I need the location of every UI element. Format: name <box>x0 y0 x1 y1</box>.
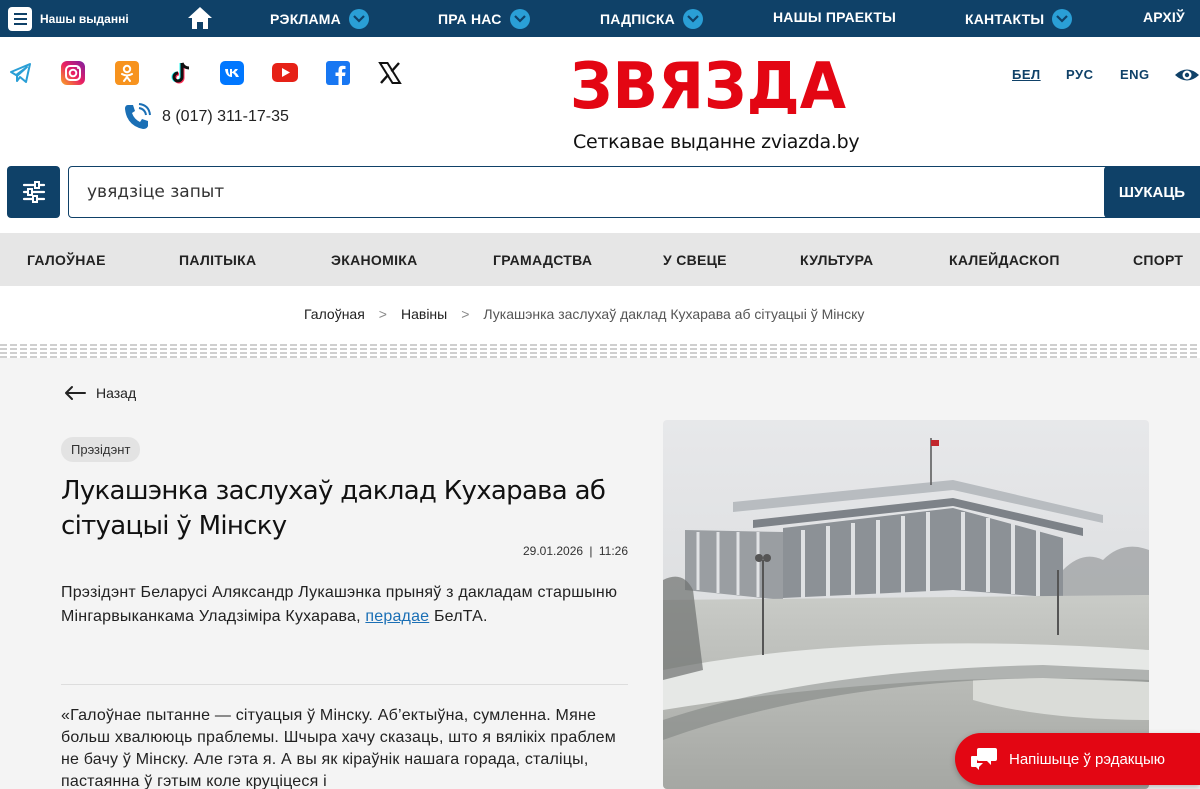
phone-contact[interactable]: 8 (017) 311-17-35 <box>122 102 289 132</box>
topnav-about[interactable]: ПРА НАС <box>438 9 530 29</box>
vk-icon[interactable] <box>219 60 245 86</box>
instagram-icon[interactable] <box>60 60 86 86</box>
section-main[interactable]: ГАЛОЎНАЕ <box>27 252 106 268</box>
sliders-icon <box>22 181 45 203</box>
content-divider <box>61 684 628 685</box>
facebook-icon[interactable] <box>325 60 351 86</box>
lang-bel[interactable]: БЕЛ <box>1012 67 1041 82</box>
editions-menu[interactable]: Нашы выданні <box>8 7 129 31</box>
write-to-editor-label: Напішыце ў рэдакцыю <box>1009 750 1165 768</box>
chevron-down-icon <box>509 9 530 29</box>
article-tag[interactable]: Прэзідэнт <box>61 437 141 462</box>
article-date: 29.01.2026 | 11:26 <box>522 544 628 558</box>
logo-text: ЗВЯЗДА <box>570 56 846 114</box>
breadcrumb-separator: > <box>378 306 387 322</box>
filter-button[interactable] <box>7 166 60 218</box>
dotted-divider <box>0 344 1200 358</box>
breadcrumb: Галоўная > Навіны > Лукашэнка заслухаў д… <box>304 306 864 322</box>
topnav-contacts[interactable]: КАНТАКТЫ <box>965 9 1073 29</box>
chat-icon <box>971 748 997 770</box>
tiktok-icon[interactable] <box>168 60 194 86</box>
x-icon[interactable] <box>377 60 403 86</box>
source-link[interactable]: перадае <box>365 608 429 625</box>
topnav-archive[interactable]: АРХІЎ <box>1143 9 1185 25</box>
editions-label: Нашы выданні <box>40 12 129 26</box>
lang-rus[interactable]: РУС <box>1066 67 1093 82</box>
section-politics[interactable]: ПАЛІТЫКА <box>179 252 256 268</box>
article-title: Лукашэнка заслухаў даклад Кухарава аб сі… <box>61 476 606 541</box>
arrow-left-icon <box>65 386 86 400</box>
back-link[interactable]: Назад <box>64 385 136 401</box>
top-bar: Нашы выданні РЭКЛАМА ПРА НАС ПАДПІСКА НА… <box>0 0 1200 37</box>
zviazda-logo[interactable]: ЗВЯЗДА <box>568 56 848 114</box>
back-label: Назад <box>96 385 137 401</box>
topnav-subscription[interactable]: ПАДПІСКА <box>600 9 703 29</box>
phone-number: 8 (017) 311-17-35 <box>162 108 289 125</box>
phone-icon <box>125 103 151 129</box>
youtube-icon[interactable] <box>272 60 298 86</box>
article-lead: Прэзідэнт Беларусі Аляксандр Лукашэнка п… <box>61 584 618 625</box>
lang-eng[interactable]: ENG <box>1120 67 1150 82</box>
breadcrumb-home[interactable]: Галоўная <box>304 306 365 322</box>
section-economy[interactable]: ЭКАНОМІКА <box>331 252 418 268</box>
accessibility-eye-icon[interactable] <box>1174 62 1200 88</box>
section-kaleidoscope[interactable]: КАЛЕЙДАСКОП <box>949 252 1060 268</box>
chevron-down-icon <box>348 9 369 29</box>
section-culture[interactable]: КУЛЬТУРА <box>800 252 873 268</box>
breadcrumb-separator: > <box>461 306 470 322</box>
menu-icon[interactable] <box>8 7 32 31</box>
home-icon[interactable] <box>186 5 214 31</box>
site-tagline: Сеткавае выданне zviazda.by <box>573 131 860 153</box>
section-world[interactable]: У СВЕЦЕ <box>663 252 727 268</box>
breadcrumb-news[interactable]: Навіны <box>401 306 447 322</box>
search-button[interactable]: ШУКАЦЬ <box>1104 166 1200 218</box>
topnav-advertising[interactable]: РЭКЛАМА <box>270 9 369 29</box>
breadcrumb-current: Лукашэнка заслухаў даклад Кухарава аб сі… <box>483 306 865 322</box>
article-date-value: 29.01.2026 <box>522 544 584 558</box>
section-nav: ГАЛОЎНАЕ ПАЛІТЫКА ЭКАНОМІКА ГРАМАДСТВА У… <box>0 233 1200 286</box>
section-sport[interactable]: СПОРТ <box>1133 252 1183 268</box>
topnav-projects[interactable]: НАШЫ ПРАЕКТЫ <box>773 9 896 25</box>
write-to-editor-button[interactable]: Напішыце ў рэдакцыю <box>955 733 1200 785</box>
article-quote: «Галоўнае пытанне — сітуацыя ў Мінску. А… <box>61 707 616 789</box>
article-time-value: 11:26 <box>598 544 628 558</box>
chevron-down-icon <box>1052 9 1073 29</box>
telegram-icon[interactable] <box>8 60 34 86</box>
search-input[interactable] <box>68 166 1108 218</box>
section-society[interactable]: ГРАМАДСТВА <box>493 252 592 268</box>
odnoklassniki-icon[interactable] <box>114 60 140 86</box>
chevron-down-icon <box>682 9 703 29</box>
